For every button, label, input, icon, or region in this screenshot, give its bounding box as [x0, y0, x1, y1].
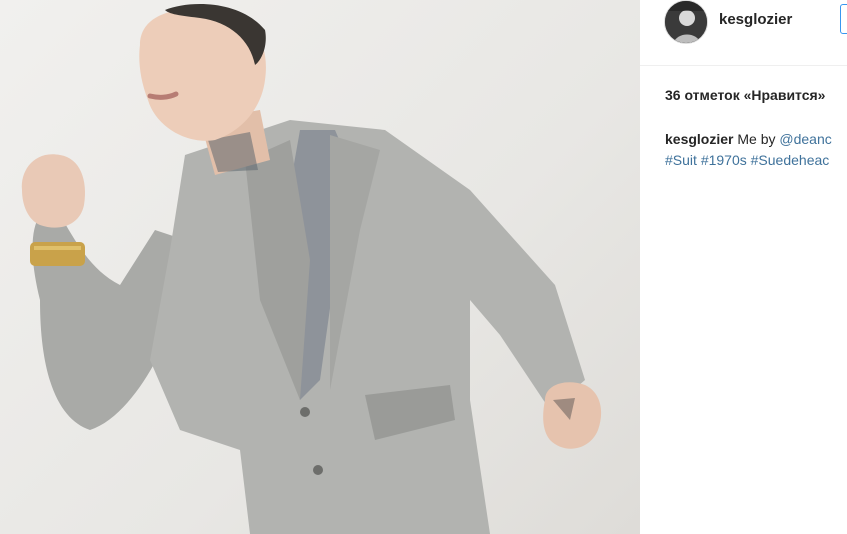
follow-button[interactable]: [840, 4, 847, 34]
hashtag-suit[interactable]: #Suit: [665, 152, 697, 168]
post-sidebar: kesglozier 36 отметок «Нравится» kesgloz…: [640, 0, 847, 534]
avatar[interactable]: [664, 0, 708, 44]
hashtag-1970s[interactable]: #1970s: [701, 152, 747, 168]
post-header: kesglozier: [640, 0, 847, 66]
caption-text: Me by: [737, 131, 776, 147]
hashtag-suedehead[interactable]: #Suedeheac: [751, 152, 830, 168]
likes-count[interactable]: 36 отметок «Нравится»: [665, 87, 825, 103]
caption-line-2: #Suit #1970s #Suedeheac: [665, 150, 847, 171]
avatar-icon: [665, 1, 707, 43]
caption-username[interactable]: kesglozier: [665, 131, 733, 147]
caption-line-1: kesglozier Me by @deanc: [665, 129, 847, 150]
post-photo[interactable]: [0, 0, 640, 534]
post-username[interactable]: kesglozier: [719, 11, 792, 28]
caption-mention[interactable]: @deanc: [779, 131, 831, 147]
post-caption: kesglozier Me by @deanc #Suit #1970s #Su…: [665, 129, 847, 171]
photo-illustration: [21, 4, 602, 534]
